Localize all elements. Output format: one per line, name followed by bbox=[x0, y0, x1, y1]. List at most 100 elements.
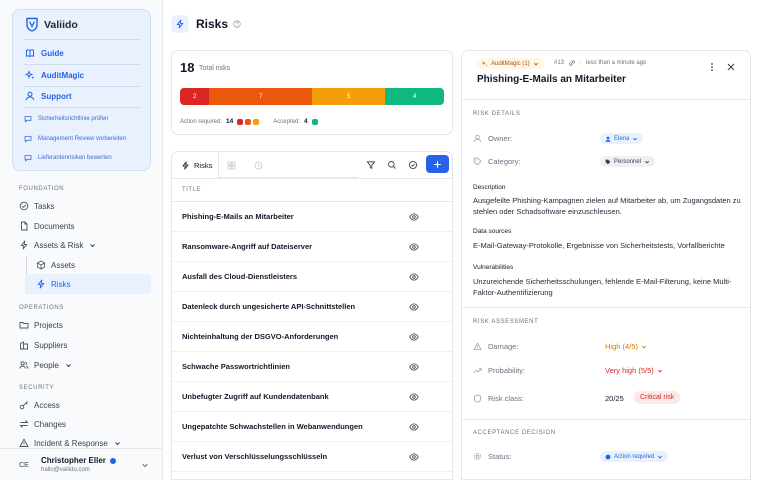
eye-icon[interactable] bbox=[409, 423, 419, 431]
eye-icon[interactable] bbox=[409, 453, 419, 461]
status-select[interactable]: Action required bbox=[600, 451, 669, 462]
filter-icon bbox=[366, 160, 376, 170]
chevron-down-icon bbox=[65, 362, 72, 369]
status-value: Action required bbox=[614, 453, 655, 460]
eye-icon[interactable] bbox=[409, 273, 419, 281]
document-icon bbox=[19, 221, 29, 231]
probability-value: Very high (5/5) bbox=[605, 366, 654, 375]
category-select[interactable]: Personnel bbox=[600, 156, 656, 167]
eye-icon[interactable] bbox=[409, 363, 419, 371]
user-name: Christopher Eller bbox=[41, 456, 116, 465]
brand[interactable]: Valiido bbox=[25, 17, 78, 32]
table-row[interactable]: Nichteinhaltung der DSGVO-Anforderungen bbox=[172, 322, 452, 352]
add-risk-button[interactable] bbox=[426, 155, 449, 173]
chevron-down-icon bbox=[114, 440, 121, 447]
task-suggestion[interactable]: Management Review vorbereiten bbox=[24, 135, 126, 143]
sidebar-item-assets-risk[interactable]: Assets & Risk bbox=[19, 240, 96, 250]
probability-select[interactable]: Very high (5/5) bbox=[605, 366, 663, 375]
data-sources-label: Data sources bbox=[473, 228, 512, 235]
building-icon bbox=[19, 340, 29, 350]
risk-bar-segment[interactable]: 5 bbox=[311, 88, 386, 105]
sidebar-item-people[interactable]: People bbox=[19, 360, 72, 370]
sidebar-item-tasks[interactable]: Tasks bbox=[19, 201, 54, 211]
sidebar-item-assets[interactable]: Assets bbox=[36, 260, 75, 270]
sidebar-item-auditmagic[interactable]: AuditMagic bbox=[25, 70, 84, 80]
table-row[interactable]: Phishing-E-Mails an Mitarbeiter bbox=[172, 202, 452, 232]
check-circle-icon bbox=[19, 201, 29, 211]
chat-bubble-icon bbox=[24, 154, 32, 162]
tag-icon bbox=[473, 157, 482, 166]
sidebar-item-suppliers[interactable]: Suppliers bbox=[19, 340, 67, 350]
lightning-icon bbox=[19, 240, 29, 250]
eye-icon[interactable] bbox=[409, 333, 419, 341]
tab-history[interactable] bbox=[254, 152, 263, 178]
section-title-risk-details: RISK DETAILS bbox=[473, 111, 521, 117]
done-filter-button[interactable] bbox=[404, 156, 422, 174]
sidebar-item-incident-response[interactable]: Incident & Response bbox=[19, 438, 121, 448]
accepted-count: 4 bbox=[303, 118, 308, 125]
owner-select[interactable]: Elena bbox=[600, 133, 644, 144]
task-suggestion[interactable]: Lieferantenrisiken bewerten bbox=[24, 154, 112, 162]
link-icon[interactable] bbox=[568, 59, 576, 67]
divider bbox=[23, 86, 140, 87]
eye-icon[interactable] bbox=[409, 213, 419, 221]
brand-name: Valiido bbox=[44, 18, 78, 31]
filter-button[interactable] bbox=[362, 156, 380, 174]
auditmagic-tag-label: AuditMagic (1) bbox=[491, 60, 530, 67]
divider bbox=[462, 419, 750, 420]
last-updated: less than a minute ago bbox=[586, 60, 647, 66]
search-icon bbox=[387, 160, 397, 170]
eye-icon[interactable] bbox=[409, 243, 419, 251]
eye-icon[interactable] bbox=[409, 303, 419, 311]
chevron-down-icon[interactable] bbox=[141, 461, 149, 469]
sidebar-item-access[interactable]: Access bbox=[19, 400, 60, 410]
sidebar-item-support[interactable]: Support bbox=[25, 91, 72, 101]
close-icon[interactable] bbox=[726, 62, 736, 72]
risk-bar-segment[interactable]: 7 bbox=[209, 88, 312, 105]
tab-matrix-view[interactable] bbox=[227, 152, 236, 178]
damage-select[interactable]: High (4/5) bbox=[605, 342, 647, 351]
risk-bar-segment[interactable]: 4 bbox=[385, 88, 444, 105]
column-header-title[interactable]: TITLE bbox=[182, 187, 201, 193]
table-row[interactable]: Ungepatchte Schwachstellen in Webanwendu… bbox=[172, 412, 452, 442]
eye-icon[interactable] bbox=[409, 393, 419, 401]
lightning-icon bbox=[36, 279, 46, 289]
table-row[interactable]: Schwache Passwortrichtlinien bbox=[172, 352, 452, 382]
settings-icon bbox=[473, 452, 482, 461]
table-row[interactable]: Ausfall des Cloud-Dienstleisters bbox=[172, 262, 452, 292]
sidebar-item-risks[interactable]: Risks bbox=[36, 279, 71, 289]
sidebar-item-documents[interactable]: Documents bbox=[19, 221, 74, 231]
grid-icon bbox=[227, 161, 236, 170]
tab-risks[interactable]: Risks bbox=[172, 152, 219, 178]
chevron-down-icon bbox=[533, 61, 539, 67]
row-title: Unbefugter Zugriff auf Kundendatenbank bbox=[182, 392, 329, 401]
row-title: Verlust von Verschlüsselungsschlüsseln bbox=[182, 452, 328, 461]
table-row[interactable]: Unbefugter Zugriff auf Kundendatenbank bbox=[172, 382, 452, 412]
sidebar-item-changes[interactable]: Changes bbox=[19, 419, 66, 429]
search-button[interactable] bbox=[383, 156, 401, 174]
sidebar-item-projects[interactable]: Projects bbox=[19, 320, 63, 330]
row-title: Ungepatchte Schwachstellen in Webanwendu… bbox=[182, 422, 363, 431]
damage-value: High (4/5) bbox=[605, 342, 638, 351]
help-circle-icon[interactable] bbox=[233, 20, 241, 28]
probability-label: Probability: bbox=[488, 366, 526, 375]
data-sources-text: E-Mail-Gateway-Protokolle, Ergebnisse vo… bbox=[473, 241, 725, 250]
more-vertical-icon[interactable] bbox=[708, 62, 716, 72]
task-suggestion[interactable]: Sicherheitsrichtlinie prüfen bbox=[24, 115, 108, 123]
sidebar-item-label: Tasks bbox=[34, 201, 55, 211]
risk-summary-card: 18 Total risks 2754 Action required: 14 … bbox=[171, 50, 453, 135]
auditmagic-tag[interactable]: AuditMagic (1) bbox=[476, 58, 544, 69]
task-suggestion-label: Lieferantenrisiken bewerten bbox=[38, 155, 112, 161]
user-menu[interactable]: CE Christopher Eller hallo@valiido.com bbox=[0, 448, 163, 480]
alert-triangle-icon bbox=[19, 438, 29, 448]
risk-bar-segment[interactable]: 2 bbox=[180, 88, 210, 105]
sidebar-item-label: Documents bbox=[34, 221, 75, 231]
action-required-count: 14 bbox=[226, 118, 234, 125]
sidebar-item-guide[interactable]: Guide bbox=[25, 48, 64, 58]
table-row[interactable]: Verlust von Verschlüsselungsschlüsseln bbox=[172, 442, 452, 472]
sidebar: Valiido Guide AuditMagic Support Sicherh… bbox=[0, 0, 163, 480]
table-row[interactable]: Ransomware-Angriff auf Dateiserver bbox=[172, 232, 452, 262]
sidebar-item-label: Risks bbox=[51, 279, 71, 289]
table-row[interactable]: Datenleck durch ungesicherte API-Schnitt… bbox=[172, 292, 452, 322]
risk-detail-panel: AuditMagic (1) #13 · less than a minute … bbox=[461, 50, 751, 480]
